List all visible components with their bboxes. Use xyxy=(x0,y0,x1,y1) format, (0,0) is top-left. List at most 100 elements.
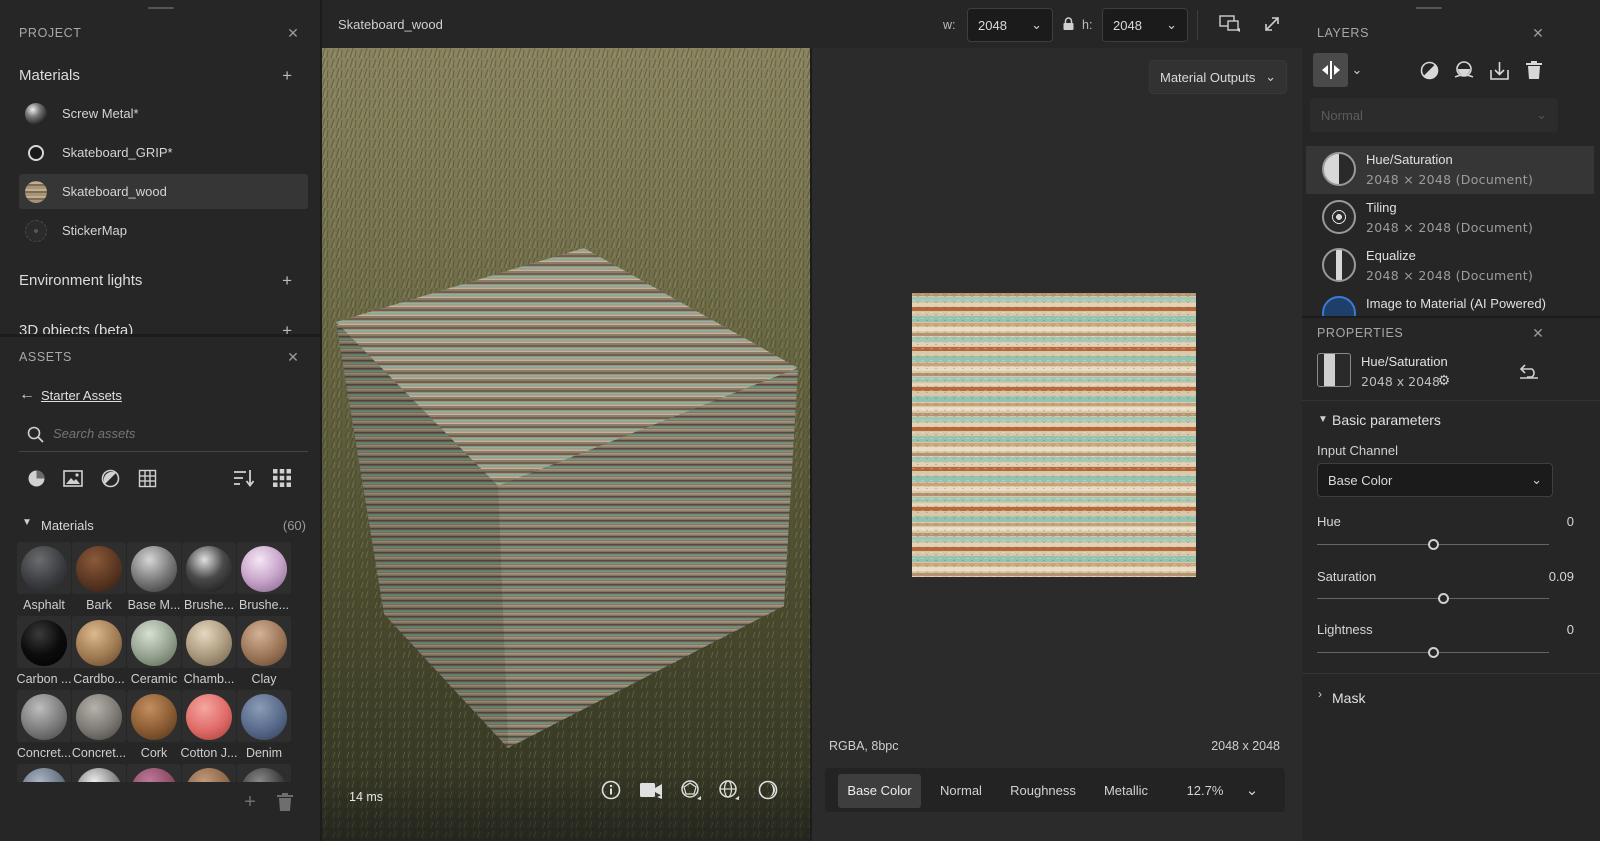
layer-item-image-to-material[interactable]: Image to Material (AI Powered) xyxy=(1306,290,1594,316)
add-object-button[interactable]: + xyxy=(282,322,292,334)
asset-tile-cotton-jersey[interactable]: Cotton J... xyxy=(181,690,237,764)
lightness-slider[interactable] xyxy=(1317,647,1549,658)
asset-tile-partial[interactable] xyxy=(72,764,126,782)
layer-item-tiling[interactable]: Tiling 2048 × 2048 (Document) xyxy=(1306,194,1594,242)
add-environment-button[interactable]: + xyxy=(282,272,292,289)
environment-icon[interactable] xyxy=(718,779,740,801)
reset-icon[interactable] xyxy=(1518,361,1540,381)
adjustment-layer-icon[interactable] xyxy=(1453,60,1475,80)
fill-layer-icon[interactable] xyxy=(1418,60,1440,80)
environment-lights-header[interactable]: Environment lights xyxy=(19,272,142,289)
zoom-level[interactable]: 12.7% xyxy=(1182,774,1228,808)
close-icon[interactable]: ✕ xyxy=(1530,325,1546,341)
tab-base-color[interactable]: Base Color xyxy=(838,774,921,808)
material-item-screw-metal[interactable]: Screw Metal* xyxy=(19,96,308,131)
gear-icon[interactable]: ⚙ xyxy=(1436,372,1452,388)
chevron-down-icon: ⌄ xyxy=(1536,107,1547,122)
hue-slider-knob[interactable] xyxy=(1427,539,1439,550)
render-time: 14 ms xyxy=(349,790,384,804)
asset-tile-cork[interactable]: Cork xyxy=(127,690,181,764)
3d-viewport[interactable]: 14 ms xyxy=(322,48,810,841)
add-material-button[interactable]: + xyxy=(282,67,292,84)
filters-filter-icon[interactable] xyxy=(100,468,120,488)
asset-tile-carbon[interactable]: Carbon ... xyxy=(17,616,71,690)
asset-tile-base-metal[interactable]: Base M... xyxy=(127,542,181,616)
chevron-down-icon[interactable]: ▼ xyxy=(22,517,32,528)
blend-mode-dropdown[interactable]: Normal ⌄ xyxy=(1310,98,1558,132)
asset-tile-asphalt[interactable]: Asphalt xyxy=(17,542,71,616)
2d-viewport[interactable]: Material Outputs ⌄ RGBA, 8bpc 2048 x 2048 xyxy=(812,48,1302,841)
fullscreen-icon[interactable] xyxy=(1262,14,1282,34)
panel-grip[interactable] xyxy=(148,7,174,9)
materials-filter-icon[interactable] xyxy=(26,468,46,488)
chevron-down-icon[interactable]: ⌄ xyxy=(1351,62,1363,78)
input-channel-value: Base Color xyxy=(1328,472,1393,488)
asset-tile-brushed-2[interactable]: Brushe... xyxy=(237,542,291,616)
asset-tile-chambray[interactable]: Chamb... xyxy=(182,616,236,690)
width-dropdown[interactable]: 2048 ⌄ xyxy=(967,8,1053,42)
lightness-slider-knob[interactable] xyxy=(1427,647,1439,658)
saturation-slider-knob[interactable] xyxy=(1437,593,1449,604)
close-icon[interactable]: ✕ xyxy=(285,349,301,365)
search-field[interactable] xyxy=(19,418,308,452)
chevron-right-icon[interactable]: › xyxy=(1318,687,1322,701)
back-arrow-icon[interactable]: ← xyxy=(18,386,36,404)
tab-roughness[interactable]: Roughness xyxy=(1004,774,1082,808)
asset-tile-concrete-1[interactable]: Concret... xyxy=(17,690,71,764)
input-channel-dropdown[interactable]: Base Color ⌄ xyxy=(1317,463,1553,497)
trash-icon[interactable] xyxy=(275,792,295,812)
texture-preview[interactable] xyxy=(912,293,1196,577)
object-rotate-icon[interactable] xyxy=(680,779,702,801)
objects-header[interactable]: 3D objects (beta) xyxy=(19,322,133,334)
chevron-down-icon[interactable]: ⌄ xyxy=(1244,782,1260,799)
camera-icon[interactable] xyxy=(638,779,664,801)
materials-header[interactable]: Materials xyxy=(19,67,80,84)
add-layer-button[interactable] xyxy=(1313,53,1348,87)
asset-tile-concrete-2[interactable]: Concret... xyxy=(72,690,126,764)
tab-metallic[interactable]: Metallic xyxy=(1094,774,1158,808)
images-filter-icon[interactable] xyxy=(63,468,83,488)
chevron-down-icon[interactable]: ▼ xyxy=(1318,414,1328,425)
asset-tile-partial[interactable] xyxy=(127,764,181,782)
mask-header[interactable]: Mask xyxy=(1332,690,1365,706)
search-input[interactable] xyxy=(53,426,293,441)
hue-value[interactable]: 0 xyxy=(1567,514,1574,529)
basic-parameters-header[interactable]: Basic parameters xyxy=(1332,412,1441,428)
lighting-icon[interactable] xyxy=(757,779,779,801)
saturation-value[interactable]: 0.09 xyxy=(1549,569,1574,584)
materials-category-label[interactable]: Materials xyxy=(41,518,94,533)
saturation-slider[interactable] xyxy=(1317,593,1549,604)
asset-tile-brushed-1[interactable]: Brushe... xyxy=(182,542,236,616)
sort-icon[interactable] xyxy=(232,468,254,488)
asset-tile-bark[interactable]: Bark xyxy=(72,542,126,616)
close-icon[interactable]: ✕ xyxy=(285,25,301,41)
asset-tile-denim[interactable]: Denim xyxy=(237,690,291,764)
asset-tile-partial[interactable] xyxy=(17,764,71,782)
asset-tile-partial[interactable] xyxy=(182,764,236,782)
asset-tile-partial[interactable] xyxy=(237,764,291,782)
material-outputs-dropdown[interactable]: Material Outputs ⌄ xyxy=(1149,60,1287,94)
info-icon[interactable] xyxy=(600,779,622,801)
hue-slider[interactable] xyxy=(1317,539,1549,550)
layer-item-hue-saturation[interactable]: Hue/Saturation 2048 × 2048 (Document) xyxy=(1306,146,1594,194)
material-item-skateboard-wood[interactable]: Skateboard_wood xyxy=(19,174,308,209)
tab-normal[interactable]: Normal xyxy=(930,774,992,808)
close-icon[interactable]: ✕ xyxy=(1530,25,1546,41)
height-dropdown[interactable]: 2048 ⌄ xyxy=(1102,8,1188,42)
breadcrumb-starter-assets[interactable]: Starter Assets xyxy=(41,388,122,403)
material-item-skateboard-grip[interactable]: Skateboard_GRIP* xyxy=(19,135,308,170)
export-icon[interactable] xyxy=(1488,60,1510,80)
asset-tile-clay[interactable]: Clay xyxy=(237,616,291,690)
lightness-value[interactable]: 0 xyxy=(1567,622,1574,637)
lock-icon[interactable] xyxy=(1063,17,1075,31)
asset-tile-ceramic[interactable]: Ceramic xyxy=(127,616,181,690)
grid-view-icon[interactable] xyxy=(272,468,292,488)
layer-item-equalize[interactable]: Equalize 2048 × 2048 (Document) xyxy=(1306,242,1594,290)
patterns-filter-icon[interactable] xyxy=(137,468,157,488)
panel-grip[interactable] xyxy=(1416,7,1442,9)
viewport-layout-icon[interactable] xyxy=(1218,14,1242,34)
delete-layer-icon[interactable] xyxy=(1523,60,1545,80)
asset-tile-cardboard[interactable]: Cardbo... xyxy=(72,616,126,690)
material-item-stickermap[interactable]: StickerMap xyxy=(19,213,308,248)
add-asset-icon[interactable]: + xyxy=(240,791,260,813)
